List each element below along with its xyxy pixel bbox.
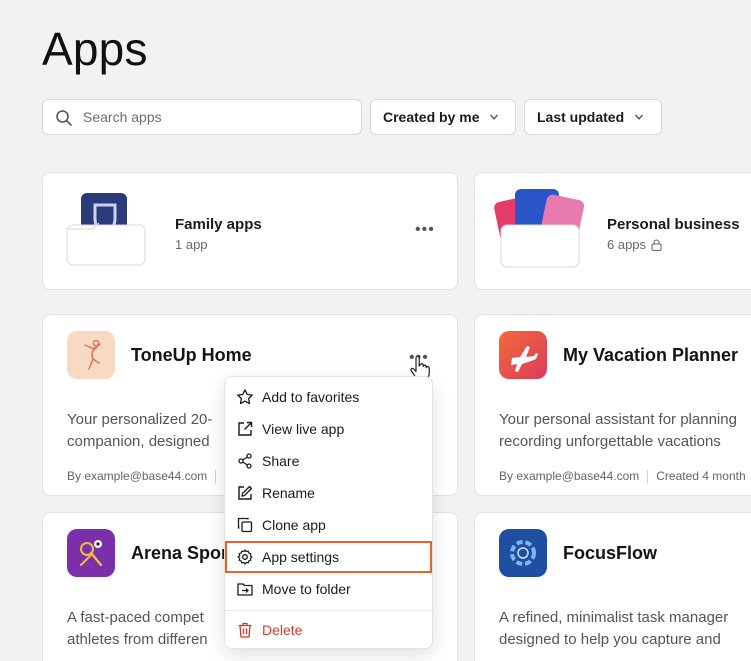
- app-updated: Created 4 month: [656, 469, 746, 483]
- menu-item-label: Clone app: [262, 517, 326, 533]
- chevron-down-icon: [635, 114, 644, 120]
- app-description: Your personalized 20- companion, designe…: [67, 409, 212, 453]
- folder-count-row: 6 apps: [607, 237, 662, 252]
- chevron-down-icon: [490, 114, 499, 120]
- sports-icon: [67, 529, 115, 577]
- folder-count: 1 app: [175, 237, 208, 252]
- app-name: FocusFlow: [563, 543, 657, 563]
- app-description-line: A refined, minimalist task manager: [499, 609, 729, 626]
- folder-preview-icon: [494, 189, 585, 268]
- menu-item-label: Rename: [262, 485, 315, 501]
- app-description-line: recording unforgettable vacations: [499, 433, 721, 450]
- menu-item-share[interactable]: Share: [225, 445, 434, 477]
- created-by-label: Created by me: [383, 109, 480, 125]
- edit-icon: [238, 485, 253, 500]
- menu-item-label: Add to favorites: [262, 389, 360, 405]
- folder-card-family-apps[interactable]: Family apps 1 app •••: [42, 172, 458, 290]
- focus-ring-icon: [499, 529, 547, 577]
- sort-dropdown[interactable]: Last updated: [524, 99, 662, 135]
- search-icon: [56, 110, 72, 126]
- sort-label: Last updated: [537, 109, 625, 125]
- menu-item-view-live-app[interactable]: View live app: [225, 413, 434, 445]
- app-name: Arena Spor: [131, 543, 229, 563]
- page-title: Apps: [42, 23, 148, 75]
- fitness-figure-icon: [67, 331, 115, 379]
- app-description: A refined, minimalist task manager desig…: [499, 607, 728, 651]
- menu-item-rename[interactable]: Rename: [225, 477, 434, 509]
- gear-icon: [237, 549, 253, 565]
- external-link-icon: [238, 421, 253, 436]
- menu-item-clone-app[interactable]: Clone app: [225, 509, 434, 541]
- app-description-line: A fast-paced compet: [67, 609, 204, 626]
- airplane-icon: [499, 331, 547, 379]
- menu-item-label: Move to folder: [262, 581, 351, 597]
- folder-name: Personal business: [607, 216, 740, 233]
- menu-item-label: View live app: [262, 421, 345, 437]
- app-description: A fast-paced compet athletes from differ…: [67, 607, 208, 651]
- app-description-line: companion, designed: [67, 433, 210, 450]
- search-box[interactable]: [42, 99, 362, 135]
- app-meta: By example@base44.com: [67, 469, 224, 484]
- folder-preview-icon: [66, 193, 146, 266]
- more-options-icon[interactable]: •••: [415, 221, 435, 239]
- menu-item-app-settings[interactable]: App settings: [225, 541, 432, 573]
- app-name: ToneUp Home: [131, 345, 252, 365]
- menu-item-delete[interactable]: Delete: [225, 614, 434, 646]
- search-input[interactable]: [83, 100, 353, 134]
- app-description: Your personal assistant for planning rec…: [499, 409, 737, 453]
- app-author: By example@base44.com: [499, 469, 640, 483]
- meta-divider: [215, 469, 217, 484]
- app-context-menu: Add to favorites View live app Share Ren…: [224, 376, 434, 649]
- lock-icon: [651, 238, 662, 251]
- app-description-line: athletes from differen: [67, 631, 208, 648]
- menu-item-label: Share: [262, 453, 300, 469]
- share-icon: [238, 453, 252, 469]
- folder-count: 6 apps: [607, 237, 647, 252]
- folder-move-icon: [237, 583, 253, 596]
- menu-item-label: App settings: [262, 549, 340, 565]
- app-description-line: Your personalized 20-: [67, 411, 213, 428]
- app-card-my-vacation-planner[interactable]: My Vacation Planner Your personal assist…: [474, 314, 751, 496]
- menu-divider: [225, 610, 434, 611]
- app-card-focusflow[interactable]: FocusFlow A refined, minimalist task man…: [474, 512, 751, 661]
- meta-divider: [647, 469, 649, 484]
- app-description-line: designed to help you capture and: [499, 631, 721, 648]
- app-description-line: Your personal assistant for planning: [499, 411, 737, 428]
- created-by-dropdown[interactable]: Created by me: [370, 99, 516, 135]
- star-icon: [237, 389, 253, 405]
- folder-card-personal-business[interactable]: Personal business 6 apps: [474, 172, 751, 290]
- menu-item-label: Delete: [262, 622, 303, 638]
- copy-icon: [237, 517, 253, 533]
- folder-name: Family apps: [175, 216, 262, 233]
- app-author: By example@base44.com: [67, 469, 208, 483]
- app-meta: By example@base44.com Created 4 month: [499, 469, 746, 484]
- app-name: My Vacation Planner: [563, 345, 739, 365]
- menu-item-add-to-favorites[interactable]: Add to favorites: [225, 381, 434, 413]
- trash-icon: [238, 622, 252, 638]
- menu-item-move-to-folder[interactable]: Move to folder: [225, 573, 434, 605]
